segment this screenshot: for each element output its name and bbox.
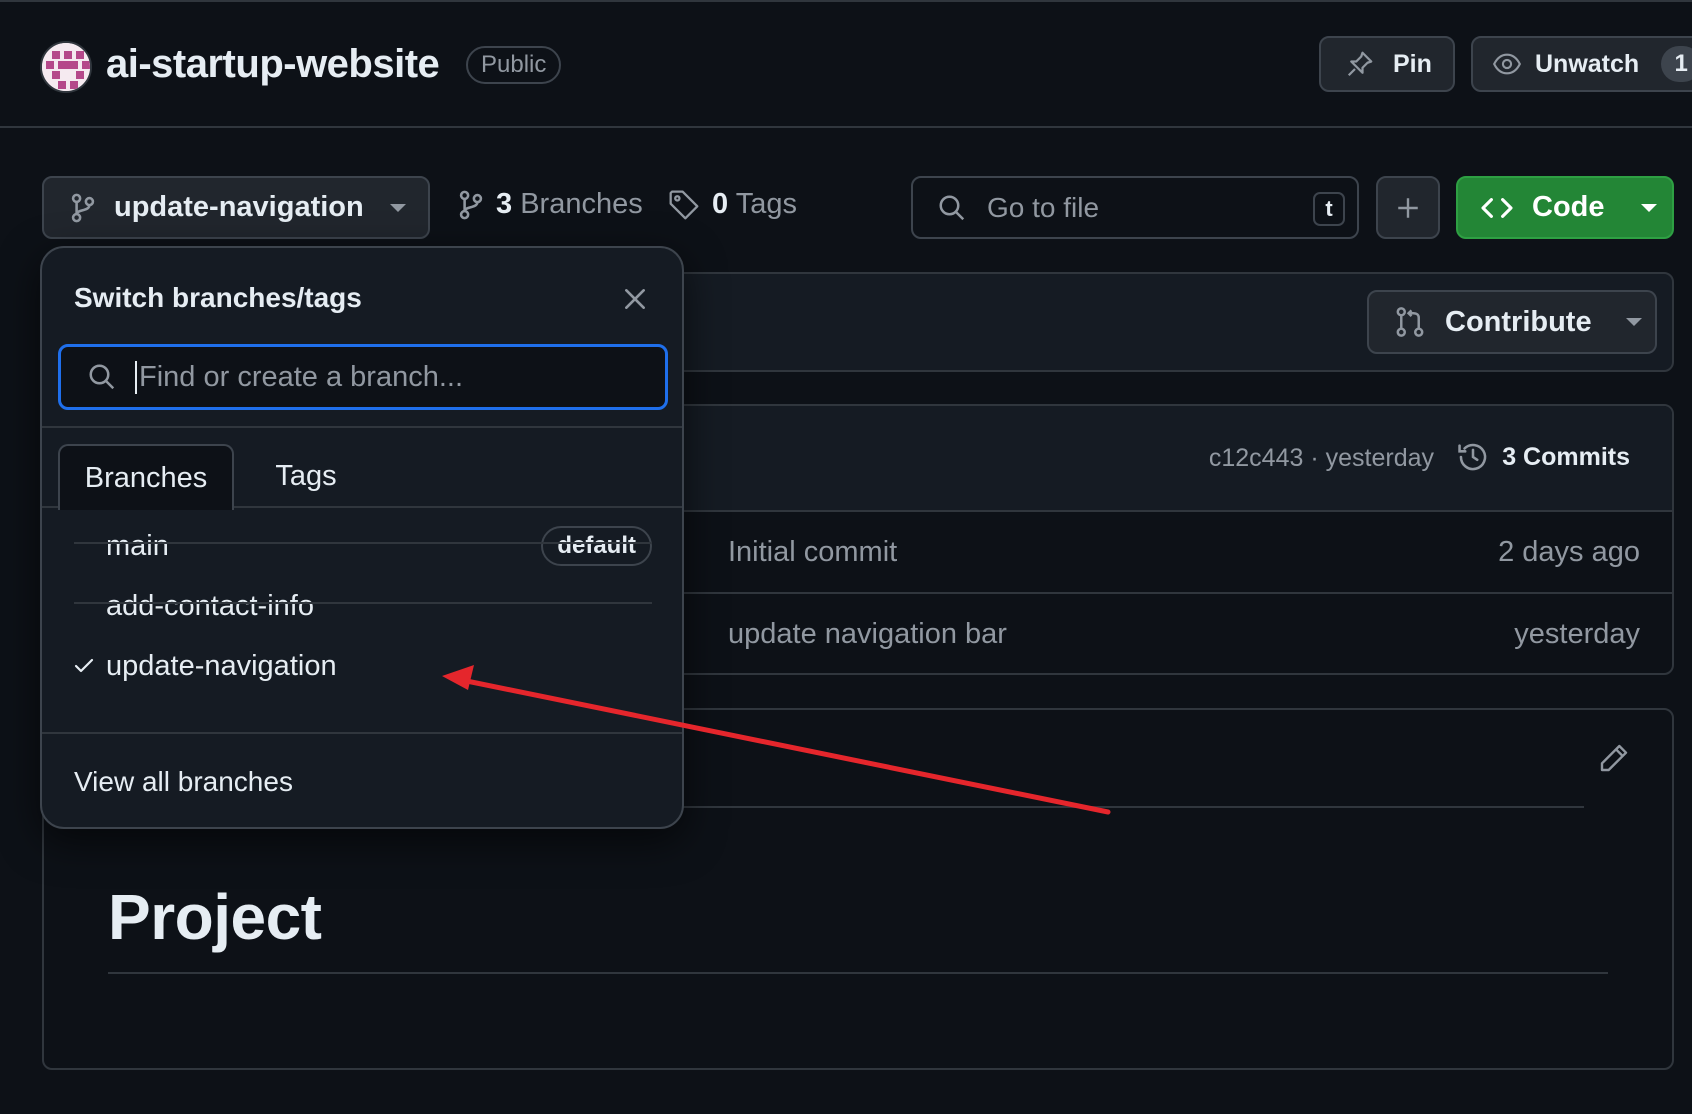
code-button[interactable]: Code — [1456, 176, 1674, 239]
view-all-branches-link[interactable]: View all branches — [74, 766, 293, 798]
dropdown-title: Switch branches/tags — [74, 282, 362, 313]
branch-search-input[interactable] — [135, 360, 615, 394]
git-pull-request-icon — [1396, 307, 1424, 337]
code-icon — [1481, 197, 1513, 218]
pencil-icon[interactable] — [1598, 742, 1630, 774]
default-badge: default — [541, 526, 652, 566]
commit-time: 2 days ago — [1498, 536, 1640, 568]
search-icon — [89, 364, 115, 390]
pin-icon — [1347, 51, 1373, 77]
commits-link[interactable]: 3 Commits — [1456, 440, 1630, 474]
watchers-count: 1 — [1661, 46, 1692, 82]
tags-count: 0 — [712, 188, 729, 220]
chevron-down-icon — [1625, 318, 1642, 326]
code-label: Code — [1532, 191, 1605, 223]
eye-icon — [1492, 53, 1522, 75]
tags-link[interactable]: 0 Tags — [668, 188, 797, 221]
contribute-button[interactable]: Contribute — [1367, 290, 1657, 354]
readme-heading: Project — [108, 881, 322, 953]
branch-name: add-contact-info — [106, 589, 314, 622]
branch-name: update-navigation — [106, 649, 337, 682]
branch-name: main — [106, 529, 169, 562]
plus-icon — [1398, 197, 1418, 218]
tags-label: Tags — [735, 188, 797, 220]
history-icon — [1458, 443, 1487, 471]
owner-avatar[interactable] — [40, 41, 92, 93]
branch-item-add-contact-info[interactable]: add-contact-info — [74, 574, 652, 638]
divider — [42, 732, 682, 734]
branch-selector-button[interactable]: update-navigation — [42, 176, 430, 239]
shortcut-key: t — [1313, 192, 1345, 226]
go-to-file-placeholder: Go to file — [987, 191, 1100, 223]
commits-label: 3 Commits — [1502, 442, 1630, 471]
pin-label: Pin — [1393, 49, 1432, 78]
branch-search-field[interactable] — [58, 344, 668, 410]
avatar-identicon — [42, 43, 90, 91]
branch-switcher-dropdown: Switch branches/tags Branches Tags main … — [40, 246, 684, 829]
repo-header: ai-startup-website Public Pin Unwatch 1 — [0, 0, 1692, 128]
close-icon[interactable] — [622, 286, 648, 312]
divider — [74, 542, 652, 544]
branches-link[interactable]: 3 Branches — [458, 188, 643, 221]
repo-name[interactable]: ai-startup-website — [106, 42, 440, 87]
tag-icon — [669, 190, 699, 219]
commit-message[interactable]: Initial commit — [728, 536, 897, 569]
divider — [108, 972, 1608, 974]
chevron-down-icon — [389, 203, 406, 212]
search-icon — [939, 195, 965, 220]
branch-item-update-navigation[interactable]: update-navigation — [74, 634, 652, 698]
tab-tags[interactable]: Tags — [246, 444, 366, 508]
commit-message[interactable]: update navigation bar — [728, 618, 1007, 651]
git-branch-icon — [459, 190, 483, 219]
latest-commit-meta[interactable]: c12c443 · yesterday — [1209, 444, 1434, 473]
divider — [42, 426, 682, 428]
go-to-file-input[interactable]: Go to file t — [911, 176, 1359, 239]
pin-button[interactable]: Pin — [1319, 36, 1455, 92]
unwatch-label: Unwatch — [1535, 49, 1640, 78]
contribute-label: Contribute — [1445, 305, 1592, 338]
unwatch-button[interactable]: Unwatch 1 — [1471, 36, 1692, 92]
divider — [74, 602, 652, 604]
branches-label: Branches — [520, 188, 643, 220]
check-icon — [74, 658, 94, 673]
git-branch-icon — [71, 193, 95, 222]
branch-item-main[interactable]: main default — [74, 514, 652, 578]
chevron-down-icon — [1640, 203, 1657, 212]
current-branch-name: update-navigation — [114, 191, 364, 223]
branches-count: 3 — [496, 188, 513, 220]
commit-time: yesterday — [1514, 618, 1640, 650]
add-file-button[interactable] — [1376, 176, 1440, 239]
tab-branches[interactable]: Branches — [58, 444, 234, 510]
visibility-badge: Public — [466, 46, 562, 84]
